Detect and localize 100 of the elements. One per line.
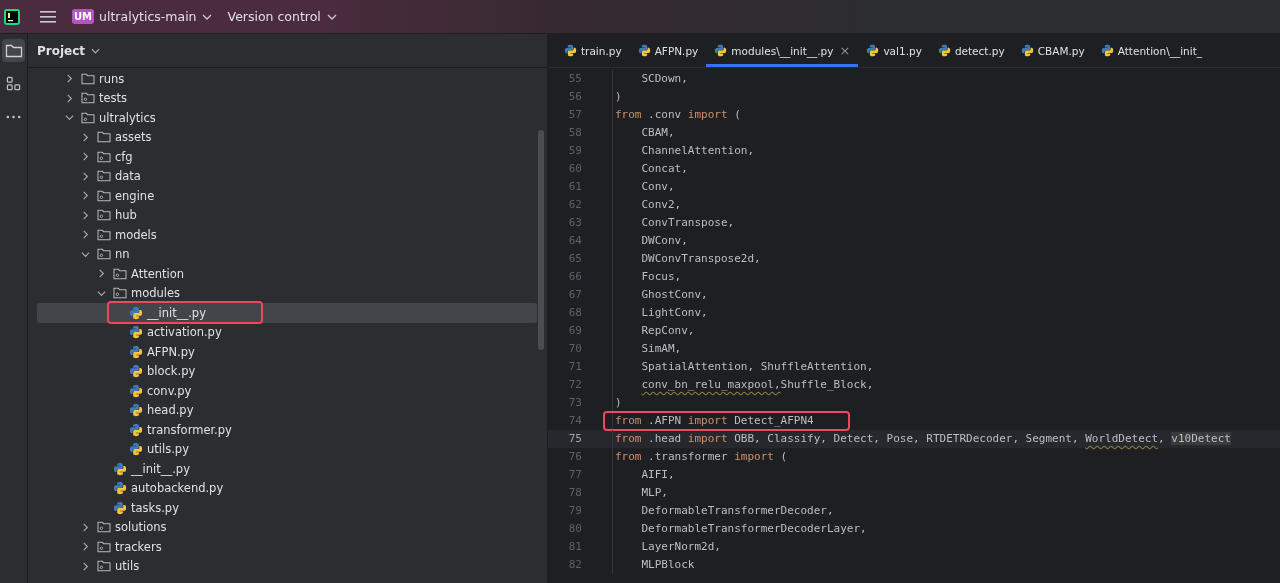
close-tab-button[interactable]: × bbox=[839, 43, 851, 58]
code-line: conv_bn_relu_maxpool,Shuffle_Block, bbox=[640, 377, 875, 393]
tree-item[interactable]: conv.py bbox=[37, 381, 537, 401]
project-badge: UM bbox=[72, 9, 95, 24]
editor-tab[interactable]: val1.py bbox=[858, 34, 930, 67]
chevron-right-icon[interactable] bbox=[81, 191, 90, 201]
python-file-icon bbox=[129, 442, 143, 457]
chevron-right-icon[interactable] bbox=[81, 542, 90, 552]
chevron-down-icon[interactable] bbox=[65, 113, 74, 123]
tree-item[interactable]: tasks.py bbox=[37, 498, 537, 518]
tree-item[interactable]: AFPN.py bbox=[37, 342, 537, 362]
editor-tab[interactable]: train.py bbox=[556, 34, 630, 67]
line-number: 58 bbox=[548, 124, 613, 142]
tree-item[interactable]: __init__.py bbox=[37, 303, 537, 323]
line-number: 81 bbox=[548, 538, 613, 556]
line-number: 75 bbox=[548, 430, 613, 448]
tree-item[interactable]: nn bbox=[37, 244, 537, 264]
code-line: from .transformer import ( bbox=[614, 449, 789, 465]
chevron-right-icon[interactable] bbox=[81, 152, 90, 162]
tree-item[interactable]: assets bbox=[37, 127, 537, 147]
tree-item[interactable]: engine bbox=[37, 186, 537, 206]
code-line: MLPBlock bbox=[640, 557, 696, 573]
chevron-right-icon[interactable] bbox=[81, 522, 90, 532]
python-file-icon bbox=[113, 500, 127, 515]
code-line: DWConv, bbox=[640, 233, 689, 249]
chevron-right-icon[interactable] bbox=[81, 230, 90, 240]
line-number: 68 bbox=[548, 304, 613, 322]
tree-item[interactable]: utils bbox=[37, 556, 537, 576]
tree-item-label: __init__.py bbox=[147, 305, 206, 320]
project-view-selector[interactable]: Project bbox=[37, 43, 101, 58]
tree-item-label: autobackend.py bbox=[131, 481, 224, 496]
code-line: GhostConv, bbox=[640, 287, 709, 303]
chevron-down-icon[interactable] bbox=[97, 288, 106, 298]
project-tool-button[interactable] bbox=[2, 39, 25, 62]
python-file-icon bbox=[129, 325, 143, 340]
code-line: RepConv, bbox=[640, 323, 696, 339]
python-file-icon bbox=[113, 481, 127, 496]
tree-item-label: data bbox=[115, 169, 141, 184]
package-folder-icon bbox=[97, 521, 111, 534]
version-control-button[interactable]: Version control bbox=[227, 9, 337, 24]
app-logo-icon[interactable] bbox=[4, 8, 20, 25]
editor-tab[interactable]: detect.py bbox=[929, 34, 1013, 67]
python-file-icon bbox=[129, 305, 143, 320]
python-file-icon bbox=[937, 44, 951, 57]
tree-item-label: transformer.py bbox=[147, 422, 232, 437]
scrollbar[interactable] bbox=[538, 130, 544, 350]
tree-item[interactable]: __init__.py bbox=[37, 459, 537, 479]
line-number: 72 bbox=[548, 376, 613, 394]
tree-item[interactable]: data bbox=[37, 166, 537, 186]
tree-item[interactable]: trackers bbox=[37, 537, 537, 557]
editor-tab[interactable]: modules\__init__.py × bbox=[706, 34, 859, 67]
tree-item[interactable]: cfg bbox=[37, 147, 537, 167]
tree-item[interactable]: tests bbox=[37, 88, 537, 108]
chevron-right-icon[interactable] bbox=[81, 132, 90, 142]
tree-item-label: tests bbox=[99, 91, 128, 106]
line-number: 80 bbox=[548, 520, 613, 538]
editor-tab[interactable]: Attention\__init_ bbox=[1092, 34, 1211, 67]
code-line: DWConvTranspose2d, bbox=[640, 251, 762, 267]
code-line: LightConv, bbox=[640, 305, 709, 321]
line-number: 73 bbox=[548, 394, 613, 412]
menu-icon[interactable] bbox=[40, 9, 56, 24]
chevron-right-icon[interactable] bbox=[97, 269, 106, 279]
python-file-icon bbox=[564, 44, 577, 57]
code-line: from .head import OBB, Classify, Detect, Pose, RTDETRDecoder, Segment, WorldDetect, v10Detect bbox=[614, 431, 1232, 447]
line-number: 60 bbox=[548, 160, 613, 178]
tree-item-label: AFPN.py bbox=[147, 344, 195, 359]
line-number: 55 bbox=[548, 70, 613, 88]
tree-item[interactable]: runs bbox=[37, 69, 537, 89]
folder-icon bbox=[97, 131, 111, 144]
editor-tab[interactable]: CBAM.py bbox=[1012, 34, 1093, 67]
chevron-right-icon[interactable] bbox=[65, 74, 74, 84]
line-number: 69 bbox=[548, 322, 613, 340]
tree-item[interactable]: activation.py bbox=[37, 322, 537, 342]
code-line: SimAM, bbox=[640, 341, 683, 357]
tree-item[interactable]: transformer.py bbox=[37, 420, 537, 440]
tree-item[interactable]: ultralytics bbox=[37, 108, 537, 128]
tree-item[interactable]: Attention bbox=[37, 264, 537, 284]
python-file-icon bbox=[637, 44, 651, 57]
tree-item[interactable]: modules bbox=[37, 283, 537, 303]
line-number: 61 bbox=[548, 178, 613, 196]
tree-item[interactable]: hub bbox=[37, 205, 537, 225]
tree-item[interactable]: block.py bbox=[37, 361, 537, 381]
chevron-right-icon[interactable] bbox=[81, 171, 90, 181]
tree-item[interactable]: utils.py bbox=[37, 439, 537, 459]
editor-tab[interactable]: AFPN.py bbox=[629, 34, 707, 67]
chevron-down-icon[interactable] bbox=[81, 249, 90, 259]
tree-item[interactable]: models bbox=[37, 225, 537, 245]
tree-item-label: trackers bbox=[115, 539, 162, 554]
tree-item[interactable]: solutions bbox=[37, 517, 537, 537]
chevron-right-icon[interactable] bbox=[81, 210, 90, 220]
tree-item-label: modules bbox=[131, 286, 181, 301]
tree-item-label: solutions bbox=[115, 520, 167, 535]
chevron-right-icon[interactable] bbox=[65, 93, 74, 103]
tree-item[interactable]: autobackend.py bbox=[37, 478, 537, 498]
project-switcher[interactable]: UM ultralytics-main bbox=[72, 9, 212, 24]
tree-item[interactable]: head.py bbox=[37, 400, 537, 420]
code-line: ) bbox=[614, 395, 623, 411]
line-number: 62 bbox=[548, 196, 613, 214]
line-number: 77 bbox=[548, 466, 613, 484]
chevron-right-icon[interactable] bbox=[81, 561, 90, 571]
